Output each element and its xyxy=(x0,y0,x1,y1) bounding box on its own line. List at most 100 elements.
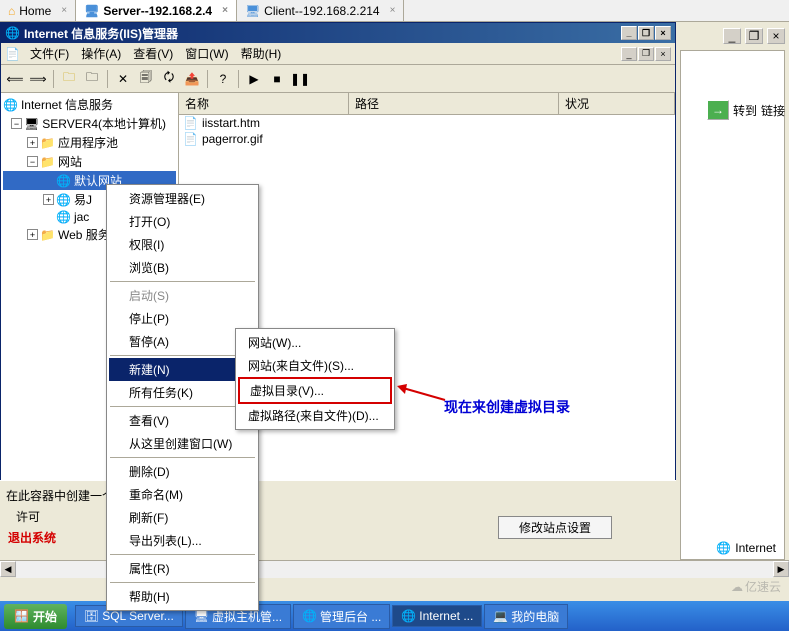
expand-icon[interactable]: + xyxy=(27,137,38,148)
ctx-new-window[interactable]: 从这里创建窗口(W) xyxy=(109,432,256,455)
tab-client[interactable]: 🖥 Client--192.168.2.214 × xyxy=(237,0,405,21)
scroll-left-icon[interactable]: ◀ xyxy=(0,561,16,577)
app-icon: 🌐 xyxy=(5,26,20,40)
ctx-refresh[interactable]: 刷新(F) xyxy=(109,506,256,529)
computer-icon: 🖥 xyxy=(24,117,39,131)
app-icon: 🖥 xyxy=(194,609,209,623)
stop-button[interactable]: ■ xyxy=(267,69,287,89)
minimize-button[interactable]: _ xyxy=(621,26,637,40)
tab-label: Home xyxy=(19,4,51,18)
col-status[interactable]: 状况 xyxy=(559,93,675,114)
child-restore-button[interactable]: ❐ xyxy=(638,47,654,61)
start-button[interactable]: ▶ xyxy=(244,69,264,89)
task-admin[interactable]: 🌐管理后台 ... xyxy=(293,604,390,629)
tree-app-pool[interactable]: + 📁 应用程序池 xyxy=(3,133,176,152)
go-button[interactable]: → xyxy=(707,100,729,120)
sub-vpath[interactable]: 虚拟路径(来自文件)(D)... xyxy=(238,404,392,427)
ctx-properties[interactable]: 属性(R) xyxy=(109,557,256,580)
menu-view[interactable]: 查看(V) xyxy=(127,43,179,64)
status-line: 在此容器中创建一个 xyxy=(4,485,672,506)
globe-icon: 🌐 xyxy=(3,98,18,112)
task-mycomputer[interactable]: 💻我的电脑 xyxy=(484,604,568,629)
scroll-right-icon[interactable]: ▶ xyxy=(773,561,789,577)
col-name[interactable]: 名称 xyxy=(179,93,349,114)
sub-website-file[interactable]: 网站(来自文件)(S)... xyxy=(238,354,392,377)
show-tree-button[interactable]: 🗀 xyxy=(82,69,102,89)
computer-icon: 💻 xyxy=(493,609,508,623)
help-button[interactable]: ? xyxy=(213,69,233,89)
ctx-explorer[interactable]: 资源管理器(E) xyxy=(109,187,256,210)
up-button[interactable]: 🗀 xyxy=(59,69,79,89)
win-min-icon[interactable]: _ xyxy=(723,28,741,44)
app-icon: 🗄 xyxy=(84,609,99,623)
expand-icon[interactable]: + xyxy=(43,194,54,205)
content-area: 🌐 Internet 信息服务 − 🖥 SERVER4(本地计算机) + 📁 应… xyxy=(1,93,675,495)
ctx-help[interactable]: 帮助(H) xyxy=(109,585,256,608)
list-header: 名称 路径 状况 xyxy=(179,93,675,115)
site-icon: 🌐 xyxy=(56,193,71,207)
win-restore-icon[interactable]: ❐ xyxy=(745,28,763,44)
child-minimize-button[interactable]: _ xyxy=(621,47,637,61)
tree-websites[interactable]: − 📁 网站 xyxy=(3,152,176,171)
menu-file[interactable]: 文件(F) xyxy=(24,43,75,64)
file-icon: 📄 xyxy=(183,132,198,146)
ctx-open[interactable]: 打开(O) xyxy=(109,210,256,233)
tab-label: Server--192.168.2.4 xyxy=(103,4,212,18)
internet-zone-icon: 🌐 xyxy=(716,541,731,555)
collapse-icon[interactable]: − xyxy=(11,118,22,129)
menu-window[interactable]: 窗口(W) xyxy=(179,43,234,64)
pause-button[interactable]: ❚❚ xyxy=(290,69,310,89)
window-title: Internet 信息服务(IIS)管理器 xyxy=(24,25,178,42)
tab-home[interactable]: ⌂ Home × xyxy=(0,0,76,21)
close-icon[interactable]: × xyxy=(222,5,228,16)
sub-website[interactable]: 网站(W)... xyxy=(238,331,392,354)
child-close-button[interactable]: × xyxy=(655,47,671,61)
close-icon[interactable]: × xyxy=(390,5,396,16)
ctx-export[interactable]: 导出列表(L)... xyxy=(109,529,256,552)
back-button[interactable]: ⟸ xyxy=(5,69,25,89)
close-icon[interactable]: × xyxy=(61,5,67,16)
right-pane: 🌐 Internet xyxy=(680,50,785,560)
tab-server[interactable]: 🖥 Server--192.168.2.4 × xyxy=(76,0,237,21)
folder-icon: 📁 xyxy=(40,155,55,169)
expand-icon[interactable]: + xyxy=(27,229,38,240)
sub-vdir[interactable]: 虚拟目录(V)... xyxy=(238,377,392,404)
ctx-browse[interactable]: 浏览(B) xyxy=(109,256,256,279)
win-close-icon[interactable]: × xyxy=(767,28,785,44)
close-button[interactable]: × xyxy=(655,26,671,40)
list-item[interactable]: 📄 pagerror.gif xyxy=(179,131,675,147)
links-label: 链接 xyxy=(761,102,785,119)
tab-label: Client--192.168.2.214 xyxy=(264,4,379,18)
ctx-stop[interactable]: 停止(P) xyxy=(109,307,256,330)
export-button[interactable]: 📤 xyxy=(182,69,202,89)
ctx-delete[interactable]: 删除(D) xyxy=(109,460,256,483)
toolbar: ⟸ ⟹ 🗀 🗀 ✕ 🗐 🗘 📤 ? ▶ ■ ❚❚ xyxy=(1,65,675,93)
submenu-new: 网站(W)... 网站(来自文件)(S)... 虚拟目录(V)... 虚拟路径(… xyxy=(235,328,395,430)
ctx-permissions[interactable]: 权限(I) xyxy=(109,233,256,256)
folder-icon: 📁 xyxy=(40,136,55,150)
task-iis[interactable]: 🌐Internet ... xyxy=(392,605,482,627)
menu-action[interactable]: 操作(A) xyxy=(75,43,127,64)
tree-root[interactable]: 🌐 Internet 信息服务 xyxy=(3,95,176,114)
status-permission: 许可 xyxy=(4,506,60,527)
start-icon: 🪟 xyxy=(14,609,29,623)
ctx-rename[interactable]: 重命名(M) xyxy=(109,483,256,506)
tree-server[interactable]: − 🖥 SERVER4(本地计算机) xyxy=(3,114,176,133)
forward-button[interactable]: ⟹ xyxy=(28,69,48,89)
cloud-icon: ☁ xyxy=(731,580,743,594)
refresh-button[interactable]: 🗘 xyxy=(159,69,179,89)
ctx-start[interactable]: 启动(S) xyxy=(109,284,256,307)
maximize-button[interactable]: ❐ xyxy=(638,26,654,40)
app-icon: 🌐 xyxy=(401,609,416,623)
delete-button[interactable]: ✕ xyxy=(113,69,133,89)
list-item[interactable]: 📄 iisstart.htm xyxy=(179,115,675,131)
site-icon: 🌐 xyxy=(56,174,71,188)
collapse-icon[interactable]: − xyxy=(27,156,38,167)
col-path[interactable]: 路径 xyxy=(349,93,559,114)
modify-site-button[interactable]: 修改站点设置 xyxy=(498,516,612,539)
menu-help[interactable]: 帮助(H) xyxy=(235,43,288,64)
start-button[interactable]: 🪟 开始 xyxy=(4,604,67,629)
go-label: 转到 xyxy=(733,102,757,119)
exit-system-link[interactable]: 退出系统 xyxy=(4,527,60,548)
properties-button[interactable]: 🗐 xyxy=(136,69,156,89)
